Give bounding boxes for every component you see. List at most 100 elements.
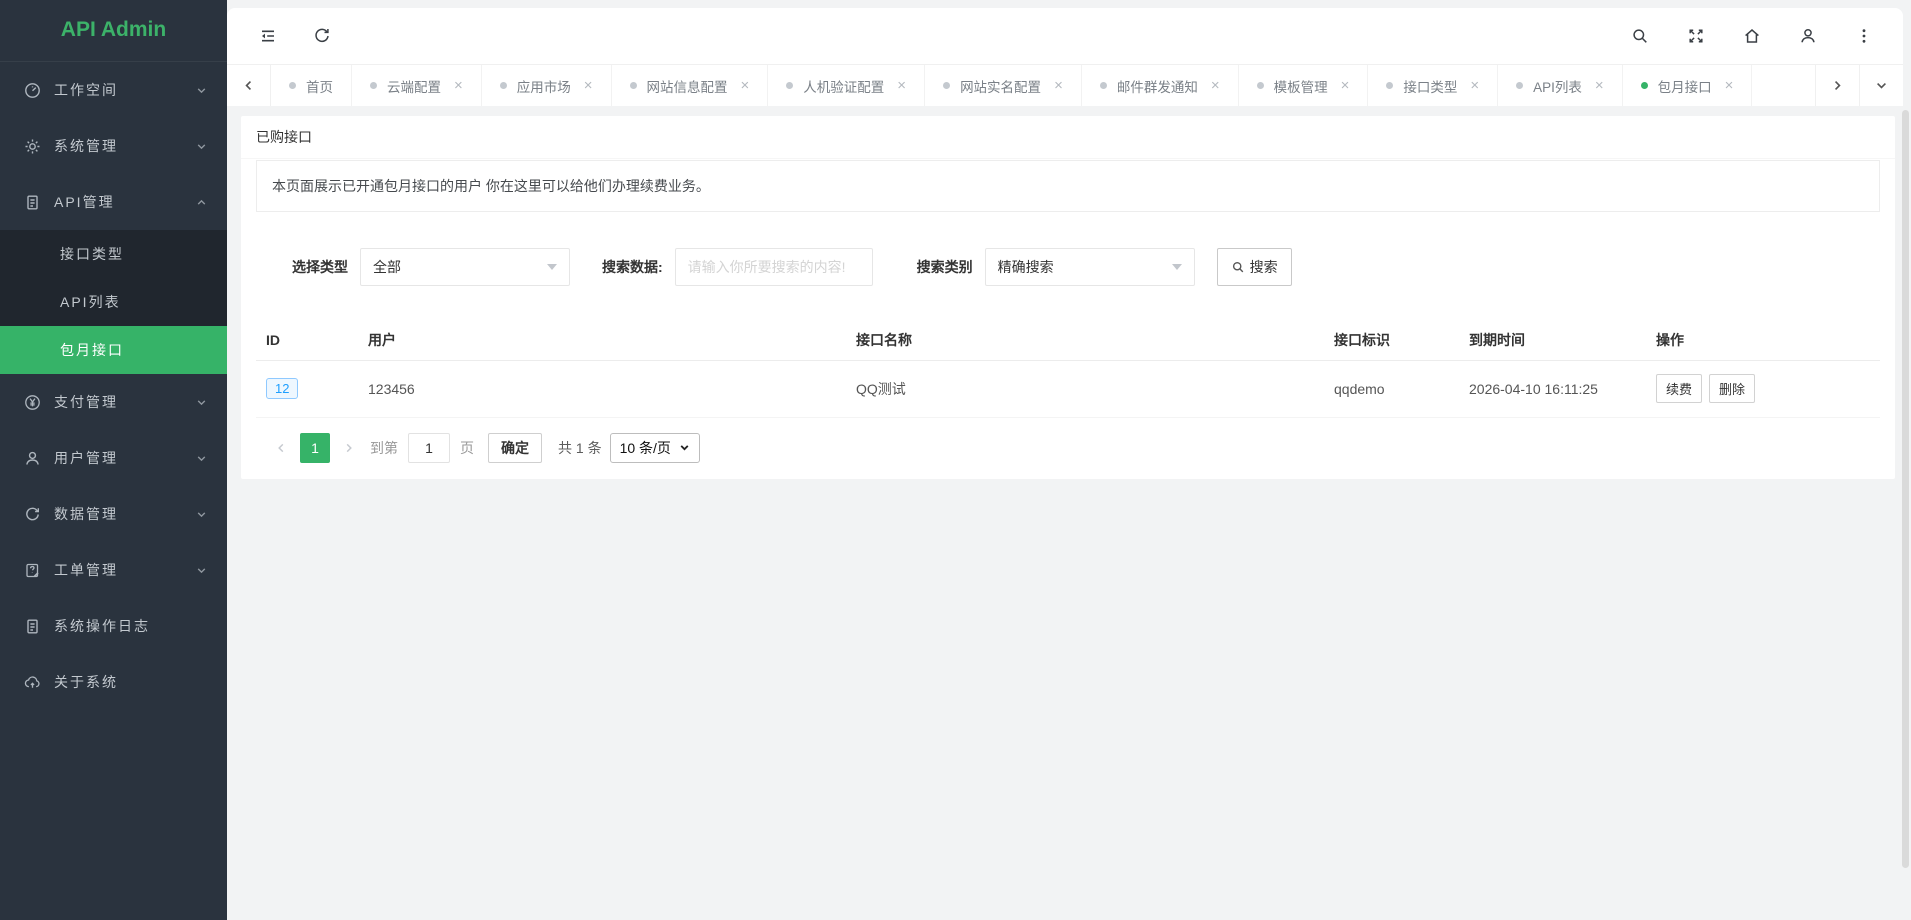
app-logo: API Admin [0, 0, 227, 62]
refresh-icon[interactable] [313, 27, 331, 45]
tab[interactable]: 接口类型 × [1368, 65, 1498, 106]
tab-label: 应用市场 [517, 76, 571, 96]
chevron-left-icon [275, 442, 287, 454]
tab-label: 人机验证配置 [803, 76, 884, 96]
toolbar-left [259, 27, 331, 45]
tab-close-icon[interactable]: × [897, 78, 906, 93]
sidebar-item[interactable]: 工作空间 [0, 62, 227, 118]
page-jump-input[interactable] [408, 433, 450, 463]
prev-page-button[interactable] [266, 433, 296, 463]
tab-label: 邮件群发通知 [1117, 76, 1198, 96]
sidebar-item-label: 系统操作日志 [54, 616, 207, 636]
tab[interactable]: 应用市场 × [482, 65, 612, 106]
tab-status-dot-icon [1257, 82, 1264, 89]
page-content: 已购接口 本页面展示已开通包月接口的用户 你在这里可以给他们办理续费业务。 选择… [227, 106, 1911, 479]
search-category-select[interactable]: 精确搜索 [985, 248, 1195, 286]
tab-close-icon[interactable]: × [1595, 78, 1604, 93]
fullscreen-icon[interactable] [1687, 27, 1705, 45]
tab-close-icon[interactable]: × [1725, 78, 1734, 93]
tab[interactable]: 云端配置 × [352, 65, 482, 106]
tabs-scroll-left-button[interactable] [227, 65, 271, 106]
tab-close-icon[interactable]: × [584, 78, 593, 93]
tab[interactable]: 网站信息配置 × [612, 65, 769, 106]
api-file-icon [24, 194, 41, 211]
tab-status-dot-icon [1386, 82, 1393, 89]
tab[interactable]: 首页 [271, 65, 352, 106]
tab-close-icon[interactable]: × [454, 78, 463, 93]
sidebar-item[interactable]: 关于系统 [0, 654, 227, 710]
search-button[interactable]: 搜索 [1217, 248, 1292, 286]
tabs-scroll-right-button[interactable] [1815, 65, 1859, 106]
sidebar-item[interactable]: 用户管理 [0, 430, 227, 486]
page-size-select[interactable]: 10 条/页 [610, 433, 700, 463]
cell-id: 12 [256, 360, 358, 417]
sidebar-item[interactable]: 系统操作日志 [0, 598, 227, 654]
sidebar-item-label: 工单管理 [54, 560, 196, 580]
sidebar-subitem[interactable]: API列表 [0, 278, 227, 326]
tab-close-icon[interactable]: × [1054, 78, 1063, 93]
page-size-value: 10 条/页 [620, 438, 671, 458]
chevron-down-icon [196, 509, 207, 520]
sidebar-subitem[interactable]: 包月接口 [0, 326, 227, 374]
sidebar-item[interactable]: 工单管理 [0, 542, 227, 598]
tab[interactable]: 人机验证配置 × [768, 65, 925, 106]
work-order-icon [24, 562, 41, 579]
tab-close-icon[interactable]: × [1211, 78, 1220, 93]
chevron-down-icon [196, 141, 207, 152]
tab-status-dot-icon [630, 82, 637, 89]
sidebar-item[interactable]: 数据管理 [0, 486, 227, 542]
sidebar-item[interactable]: API管理 [0, 174, 227, 230]
type-select[interactable]: 全部 [360, 248, 570, 286]
row-action-button[interactable]: 删除 [1709, 374, 1755, 403]
chevron-up-icon [196, 197, 207, 208]
total-count-label: 共 1 条 [558, 438, 602, 458]
column-header: 用户 [358, 320, 846, 360]
search-button-label: 搜索 [1250, 257, 1278, 277]
chevron-left-icon [242, 79, 255, 92]
notice-text: 本页面展示已开通包月接口的用户 你在这里可以给他们办理续费业务。 [256, 160, 1880, 212]
toolbar-right [1631, 27, 1873, 45]
tabs-more-button[interactable] [1859, 65, 1903, 106]
vertical-scrollbar[interactable] [1902, 110, 1909, 868]
tab-status-dot-icon [289, 82, 296, 89]
chevron-right-icon [343, 442, 355, 454]
column-header: 到期时间 [1459, 320, 1646, 360]
log-file-icon [24, 618, 41, 635]
main-area: 首页 云端配置 × 应用市场 × 网站信息配置 × 人机验证配置 × 网站实名配… [227, 0, 1911, 920]
cell-actions: 续费删除 [1646, 360, 1880, 417]
dropdown-arrow-icon [1172, 264, 1182, 270]
column-header: ID [256, 320, 358, 360]
cloud-upload-icon [24, 674, 41, 691]
search-icon[interactable] [1631, 27, 1649, 45]
sidebar-item[interactable]: 支付管理 [0, 374, 227, 430]
tab-label: 网站信息配置 [647, 76, 728, 96]
sidebar-item[interactable]: 系统管理 [0, 118, 227, 174]
tab[interactable]: 模板管理 × [1239, 65, 1369, 106]
sidebar-subitem[interactable]: 接口类型 [0, 230, 227, 278]
tab[interactable]: 网站实名配置 × [925, 65, 1082, 106]
more-vertical-icon[interactable] [1855, 27, 1873, 45]
search-input[interactable] [675, 248, 873, 286]
jump-confirm-button[interactable]: 确定 [488, 433, 542, 463]
cell-user: 123456 [358, 360, 846, 417]
home-icon[interactable] [1743, 27, 1761, 45]
current-page-button[interactable]: 1 [300, 433, 330, 463]
sidebar-item-label: 支付管理 [54, 392, 196, 412]
user-icon[interactable] [1799, 27, 1817, 45]
tab[interactable]: API列表 × [1498, 65, 1623, 106]
row-action-button[interactable]: 续费 [1656, 374, 1702, 403]
chevron-down-icon [679, 442, 690, 453]
tab-label: 接口类型 [1403, 76, 1457, 96]
tab[interactable]: 邮件群发通知 × [1082, 65, 1239, 106]
tabs-filler [1752, 65, 1815, 106]
chevron-down-icon [196, 85, 207, 96]
table-header-row: ID用户接口名称接口标识到期时间操作 [256, 320, 1880, 360]
menu-fold-icon[interactable] [259, 27, 277, 45]
sidebar: API Admin 工作空间系统管理API管理接口类型API列表包月接口支付管理… [0, 0, 227, 920]
tab-close-icon[interactable]: × [1470, 78, 1479, 93]
tab-close-icon[interactable]: × [1341, 78, 1350, 93]
next-page-button[interactable] [334, 433, 364, 463]
tab-status-dot-icon [943, 82, 950, 89]
tab-close-icon[interactable]: × [741, 78, 750, 93]
tab[interactable]: 包月接口 × [1623, 65, 1753, 106]
